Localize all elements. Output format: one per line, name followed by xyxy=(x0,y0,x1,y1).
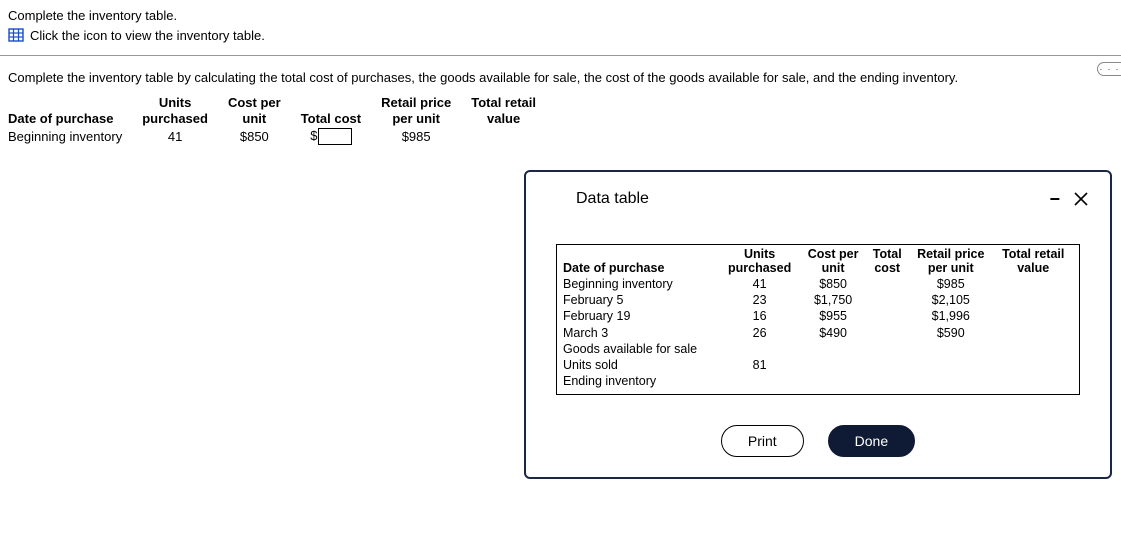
print-button[interactable]: Print xyxy=(721,425,804,457)
cell-cpu xyxy=(800,341,866,357)
cell-trv xyxy=(993,292,1073,308)
table-row: Units sold81 xyxy=(563,357,1073,373)
cell-cpu: $955 xyxy=(800,308,866,324)
table-row: Beginning inventory41$850 $985 xyxy=(563,276,1073,292)
table-row: February 1916$955 $1,996 xyxy=(563,308,1073,324)
dh-units: Unitspurchased xyxy=(719,247,800,276)
row-label: Beginning inventory xyxy=(8,126,132,147)
cell-units: 23 xyxy=(719,292,800,308)
cell-trv xyxy=(993,308,1073,324)
cell-cpu xyxy=(800,373,866,389)
cell-units xyxy=(719,373,800,389)
instruction-text-1: Complete the inventory table. xyxy=(8,8,1113,23)
row-rpu: $985 xyxy=(371,126,461,147)
row-cpu: $850 xyxy=(218,126,291,147)
table-row: Goods available for sale xyxy=(563,341,1073,357)
cell-units: 16 xyxy=(719,308,800,324)
work-table: Date of purchase Unitspurchased Cost per… xyxy=(8,95,546,147)
wh-date: Date of purchase xyxy=(8,95,132,126)
row-units: 41 xyxy=(132,126,218,147)
cell-units: 41 xyxy=(719,276,800,292)
table-row: March 326$490 $590 xyxy=(563,325,1073,341)
cell-rpu xyxy=(908,357,993,373)
cell-cpu: $490 xyxy=(800,325,866,341)
data-table-modal: Data table − Date of purchase Unitspurch… xyxy=(524,170,1112,479)
modal-title: Data table xyxy=(548,190,649,208)
wh-total-cost: Total cost xyxy=(291,95,371,126)
divider xyxy=(0,55,1121,56)
table-row: February 523$1,750 $2,105 xyxy=(563,292,1073,308)
dh-date: Date of purchase xyxy=(563,247,719,276)
cell-rpu: $590 xyxy=(908,325,993,341)
cell-date: February 19 xyxy=(563,308,719,324)
table-row: Beginning inventory 41 $850 $ $985 xyxy=(8,126,546,147)
dh-cpu: Cost perunit xyxy=(800,247,866,276)
cell-date: Beginning inventory xyxy=(563,276,719,292)
cell-rpu: $1,996 xyxy=(908,308,993,324)
wh-cost: Cost perunit xyxy=(218,95,291,126)
table-icon[interactable] xyxy=(8,27,24,43)
cell-tc xyxy=(866,292,908,308)
wh-retail: Retail priceper unit xyxy=(371,95,461,126)
cell-rpu xyxy=(908,373,993,389)
cell-units xyxy=(719,341,800,357)
cell-units: 81 xyxy=(719,357,800,373)
table-row: Ending inventory xyxy=(563,373,1073,389)
cell-tc xyxy=(866,276,908,292)
cell-cpu: $1,750 xyxy=(800,292,866,308)
done-button[interactable]: Done xyxy=(828,425,915,457)
cell-cpu: $850 xyxy=(800,276,866,292)
cell-rpu: $2,105 xyxy=(908,292,993,308)
close-icon[interactable] xyxy=(1074,192,1088,206)
cell-trv xyxy=(993,341,1073,357)
cell-trv xyxy=(993,357,1073,373)
cell-tc xyxy=(866,325,908,341)
cell-tc xyxy=(866,357,908,373)
cell-date: Units sold xyxy=(563,357,719,373)
cell-date: Goods available for sale xyxy=(563,341,719,357)
cell-trv xyxy=(993,373,1073,389)
cell-trv xyxy=(993,276,1073,292)
cell-cpu xyxy=(800,357,866,373)
cell-date: February 5 xyxy=(563,292,719,308)
data-table: Date of purchase Unitspurchased Cost per… xyxy=(563,247,1073,390)
dh-tc: Totalcost xyxy=(866,247,908,276)
cell-date: March 3 xyxy=(563,325,719,341)
cell-tc xyxy=(866,341,908,357)
cell-rpu xyxy=(908,341,993,357)
total-cost-input[interactable] xyxy=(318,128,352,145)
wh-trv: Total retailvalue xyxy=(461,95,546,126)
currency-prefix: $ xyxy=(310,128,317,143)
subtitle-text: Complete the inventory table by calculat… xyxy=(8,70,1113,85)
wh-units: Unitspurchased xyxy=(132,95,218,126)
dh-rpu: Retail priceper unit xyxy=(908,247,993,276)
cell-date: Ending inventory xyxy=(563,373,719,389)
instruction-text-2: Click the icon to view the inventory tab… xyxy=(30,28,265,43)
overflow-menu[interactable]: · · · xyxy=(1097,62,1121,76)
cell-rpu: $985 xyxy=(908,276,993,292)
cell-units: 26 xyxy=(719,325,800,341)
cell-trv xyxy=(993,325,1073,341)
cell-tc xyxy=(866,308,908,324)
cell-tc xyxy=(866,373,908,389)
dh-trv: Total retailvalue xyxy=(993,247,1073,276)
minimize-icon[interactable]: − xyxy=(1049,190,1060,208)
